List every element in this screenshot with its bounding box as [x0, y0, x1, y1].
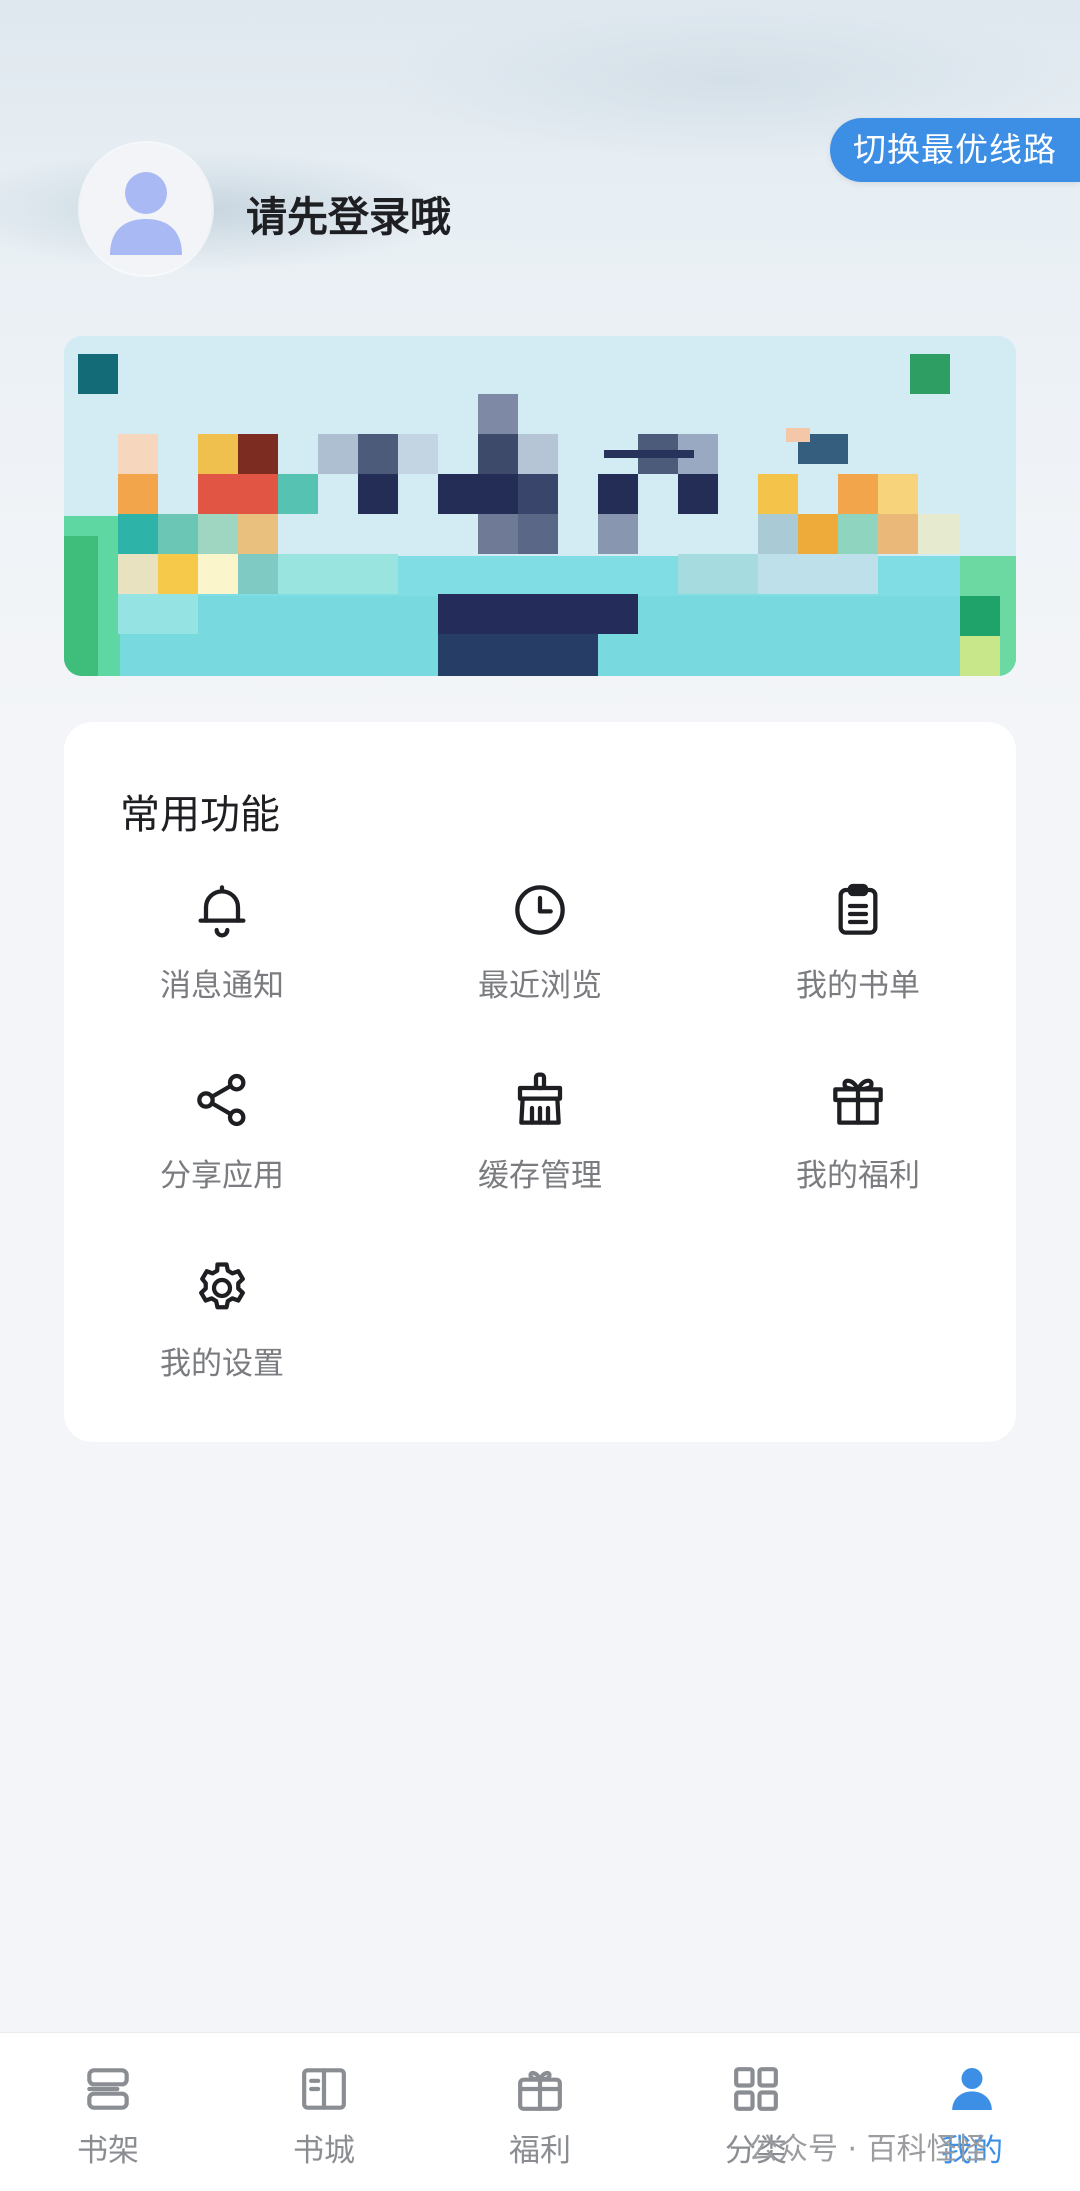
promo-banner[interactable]	[64, 336, 1016, 676]
broom-icon	[517, 1072, 563, 1125]
grid-icon	[734, 2067, 778, 2111]
person-icon	[952, 2068, 992, 2110]
banner-image	[64, 336, 1016, 676]
recent-browsing-button[interactable]: 最近浏览	[420, 878, 660, 1005]
my-benefits-button[interactable]: 我的福利	[738, 1068, 978, 1195]
login-prompt[interactable]: 请先登录哦	[246, 183, 451, 243]
tab-bookshelf[interactable]: 书架	[48, 2061, 168, 2170]
my-settings-button[interactable]: 我的设置	[102, 1256, 342, 1383]
recent-browsing-label: 最近浏览	[478, 968, 602, 1004]
bookshelf-icon	[87, 2068, 129, 2110]
clock-icon	[515, 885, 565, 935]
bell-icon	[198, 885, 246, 938]
share-icon	[197, 1073, 246, 1127]
gift-icon	[518, 2070, 562, 2111]
tab-bookstore-label: 书城	[293, 2133, 355, 2169]
tab-bookshelf-label: 书架	[77, 2133, 139, 2169]
gift-icon	[833, 1078, 883, 1125]
my-booklist-label: 我的书单	[796, 968, 920, 1004]
clipboard-icon	[838, 883, 878, 935]
tab-bookstore[interactable]: 书城	[264, 2061, 384, 2170]
cache-management-button[interactable]: 缓存管理	[420, 1068, 660, 1195]
switch-route-button[interactable]: 切换最优线路	[830, 118, 1080, 182]
messages-button[interactable]: 消息通知	[102, 878, 342, 1005]
common-functions-card: 常用功能 消息通知 最近浏览 我的书单 分享应用 缓存管理 我的福利 我的设置	[64, 722, 1016, 1442]
section-title: 常用功能	[120, 792, 280, 838]
gear-icon	[199, 1262, 245, 1310]
tab-benefits-label: 福利	[509, 2133, 571, 2169]
messages-label: 消息通知	[160, 968, 284, 1004]
cache-management-label: 缓存管理	[478, 1158, 602, 1194]
book-icon	[302, 2068, 346, 2110]
my-booklist-button[interactable]: 我的书单	[738, 878, 978, 1005]
my-settings-label: 我的设置	[160, 1346, 284, 1382]
tab-benefits[interactable]: 福利	[480, 2061, 600, 2170]
share-app-button[interactable]: 分享应用	[102, 1068, 342, 1195]
watermark: 公众号 · 百科怪怪	[748, 2132, 987, 2167]
avatar[interactable]	[80, 143, 212, 275]
person-icon	[110, 172, 182, 255]
share-app-label: 分享应用	[160, 1158, 284, 1194]
my-benefits-label: 我的福利	[796, 1158, 920, 1194]
